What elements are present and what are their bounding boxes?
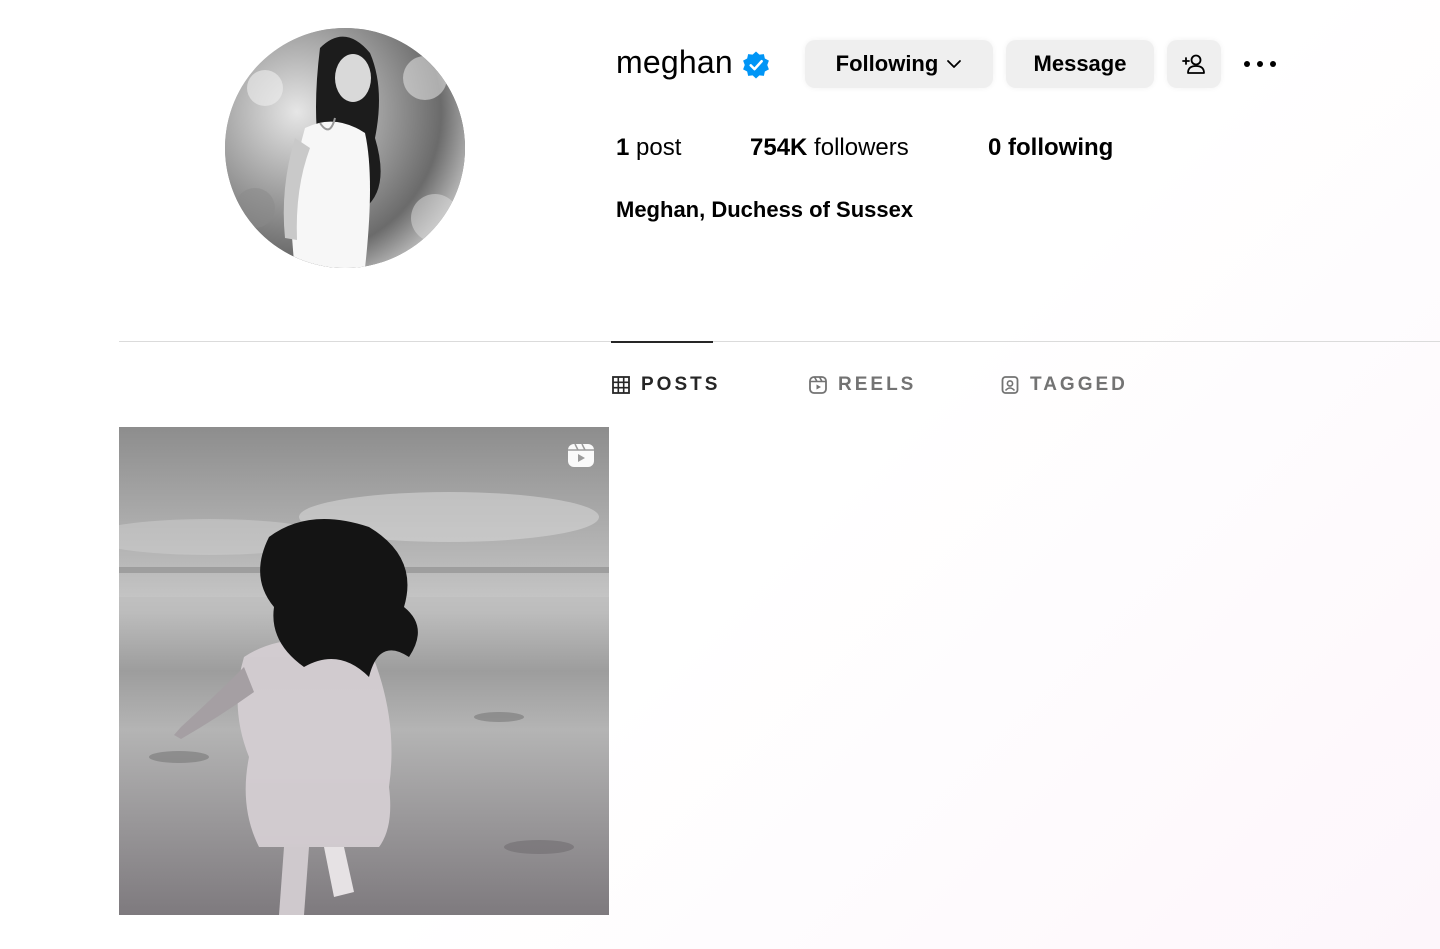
following-button[interactable]: Following bbox=[805, 40, 993, 88]
tab-tagged[interactable]: TAGGED bbox=[1000, 373, 1128, 397]
tabs-divider bbox=[119, 341, 1440, 342]
posts-count-label: post bbox=[636, 134, 682, 161]
tab-tagged-label: TAGGED bbox=[1030, 374, 1128, 395]
profile-avatar[interactable] bbox=[225, 28, 465, 268]
followers-count-label: followers bbox=[814, 134, 909, 161]
grid-icon bbox=[612, 376, 630, 394]
followers-count-value: 754K bbox=[750, 134, 808, 161]
tab-posts-label: POSTS bbox=[641, 374, 721, 395]
posts-count: 1 post bbox=[616, 134, 681, 162]
followers-link[interactable]: 754K followers bbox=[750, 134, 909, 162]
verified-badge-icon bbox=[743, 51, 769, 79]
post-image bbox=[119, 427, 609, 915]
tab-posts[interactable]: POSTS bbox=[611, 373, 720, 397]
message-button[interactable]: Message bbox=[1006, 40, 1154, 88]
following-button-label: Following bbox=[835, 51, 939, 76]
more-options-button[interactable] bbox=[1238, 50, 1282, 78]
message-button-label: Message bbox=[1033, 51, 1127, 76]
posts-count-value: 1 bbox=[616, 134, 630, 161]
tab-reels-label: REELS bbox=[838, 374, 917, 395]
following-link[interactable]: 0 following bbox=[988, 134, 1113, 162]
tagged-icon bbox=[1001, 376, 1019, 394]
post-thumbnail[interactable] bbox=[119, 427, 609, 915]
reel-icon bbox=[568, 443, 594, 467]
tab-reels[interactable]: REELS bbox=[808, 373, 916, 397]
chevron-down-icon bbox=[947, 60, 962, 68]
active-tab-indicator bbox=[611, 341, 713, 343]
profile-username: meghan bbox=[616, 44, 733, 80]
reels-icon bbox=[809, 376, 827, 394]
avatar-image bbox=[225, 28, 465, 268]
add-user-icon bbox=[1182, 54, 1205, 74]
more-options-icon bbox=[1244, 61, 1276, 67]
profile-full-name: Meghan, Duchess of Sussex bbox=[616, 197, 914, 222]
add-user-button[interactable] bbox=[1167, 40, 1221, 88]
